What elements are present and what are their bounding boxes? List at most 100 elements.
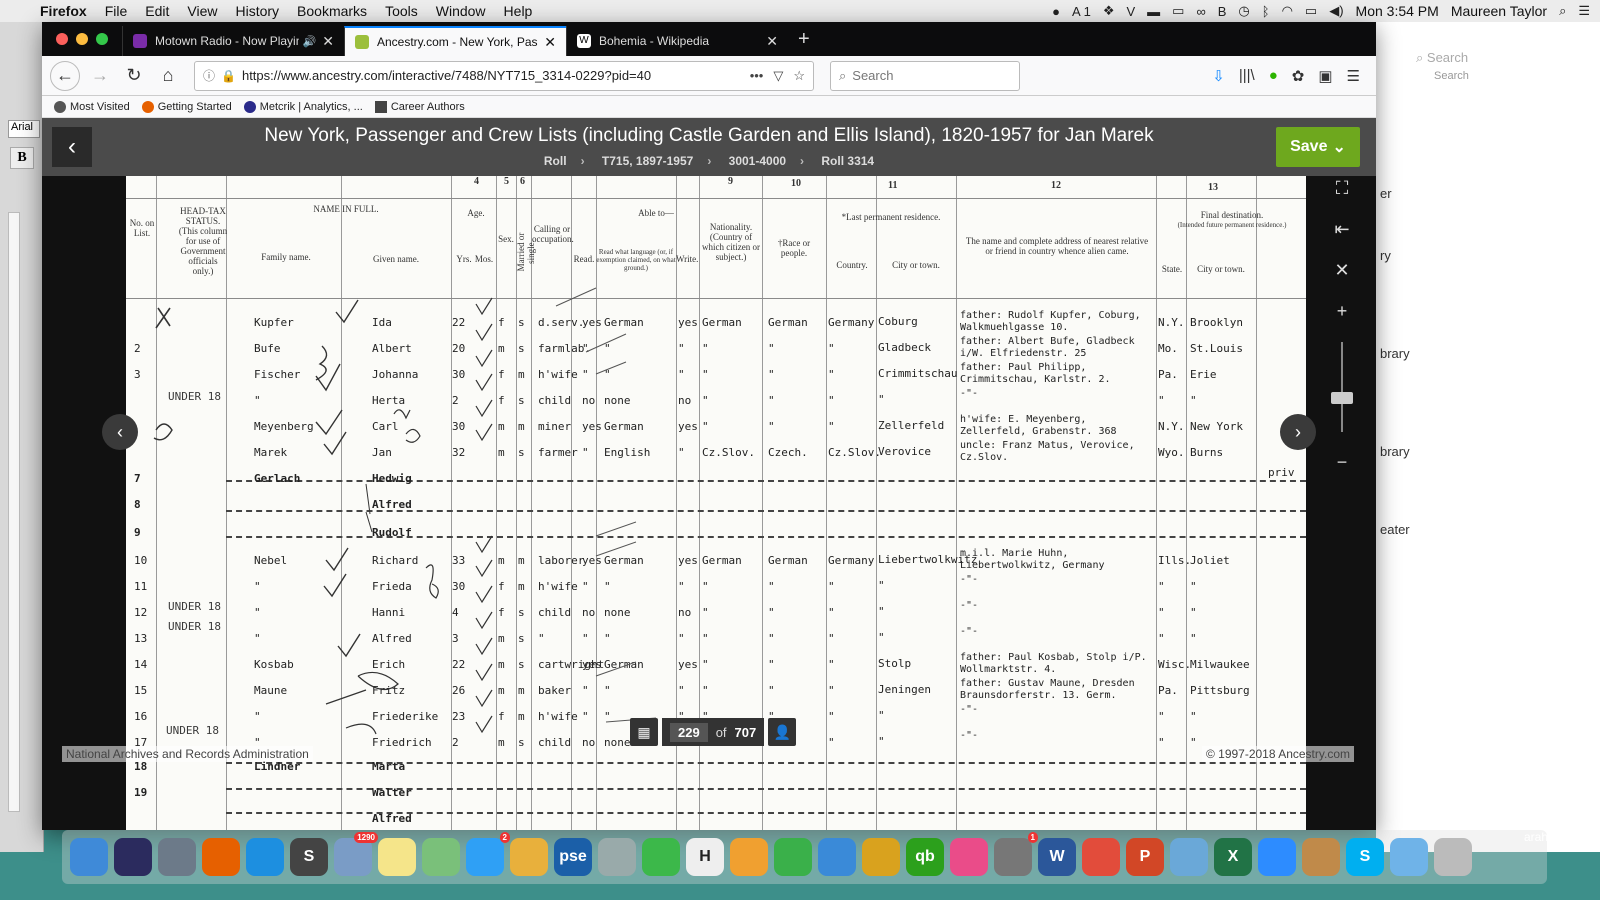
sidebar-icon[interactable]: ▣ (1318, 67, 1332, 85)
zoom-slider[interactable] (1331, 342, 1353, 432)
app-menu-firefox[interactable]: Firefox (40, 3, 87, 19)
close-tab-icon[interactable]: ✕ (766, 33, 778, 50)
page-actions-icon[interactable]: ••• (750, 68, 764, 84)
desktop-file-label[interactable]: arah son.png (1524, 830, 1594, 844)
facetime-icon[interactable] (642, 838, 680, 876)
site-info-icon[interactable]: ⓘ (203, 67, 215, 84)
timemachine-status-icon[interactable]: ◷ (1238, 3, 1249, 19)
reload-button[interactable]: ↻ (120, 62, 148, 90)
breadcrumb-roll[interactable]: Roll (544, 154, 567, 168)
menu-edit[interactable]: Edit (145, 3, 169, 19)
zoom-window-button[interactable] (96, 33, 108, 45)
word-icon[interactable]: W (1038, 838, 1076, 876)
next-image-button[interactable]: › (1280, 414, 1316, 450)
display-status-icon[interactable]: ▭ (1172, 3, 1184, 19)
powerpoint-icon[interactable]: P (1126, 838, 1164, 876)
downloads-icon[interactable]: ⇩ (1212, 67, 1225, 85)
tab-motown-radio[interactable]: Motown Radio - Now Playing 🔊 ✕ (122, 26, 344, 56)
chrome-icon[interactable] (862, 838, 900, 876)
photos-icon[interactable] (510, 838, 548, 876)
numbers-icon[interactable] (774, 838, 812, 876)
index-people-icon[interactable]: 👤 (768, 718, 797, 746)
forward-button[interactable]: → (86, 62, 114, 90)
wifi-status-icon[interactable]: ◠ (1282, 3, 1293, 19)
hamburger-menu-icon[interactable]: ☰ (1347, 67, 1360, 85)
pocket-icon[interactable]: ▽ (773, 68, 783, 84)
bookmark-getting-started[interactable]: Getting Started (141, 100, 232, 113)
pse-icon[interactable]: pse (554, 838, 592, 876)
menu-window[interactable]: Window (436, 3, 486, 19)
chart-app-icon[interactable] (1082, 838, 1120, 876)
safari-icon[interactable] (246, 838, 284, 876)
previous-image-button[interactable]: ‹ (102, 414, 138, 450)
tab-bohemia-wikipedia[interactable]: W Bohemia - Wikipedia ✕ (566, 26, 788, 56)
quickbooks-icon[interactable]: qb (906, 838, 944, 876)
bookmark-star-icon[interactable]: ☆ (793, 68, 805, 84)
spotlight-icon[interactable]: ⌕ (1559, 3, 1566, 19)
finder-icon[interactable] (70, 838, 108, 876)
siri-icon[interactable] (114, 838, 152, 876)
heritage-icon[interactable]: H (686, 838, 724, 876)
launchpad-icon[interactable] (158, 838, 196, 876)
menubar-clock[interactable]: Mon 3:54 PM (1356, 3, 1439, 19)
notification-center-icon[interactable]: ☰ (1578, 3, 1590, 19)
downloads-folder-icon[interactable] (1390, 838, 1428, 876)
filmstrip-icon[interactable]: ▦ (630, 718, 658, 746)
firefox-icon[interactable] (202, 838, 240, 876)
close-tab-icon[interactable]: ✕ (322, 33, 334, 50)
menu-history[interactable]: History (235, 3, 279, 19)
volume-status-icon[interactable]: ◀) (1329, 3, 1343, 19)
library-icon[interactable]: |||\ (1239, 67, 1255, 85)
airplay-status-icon[interactable]: ▭ (1305, 3, 1317, 19)
bookmark-metcrik[interactable]: Metcrik | Analytics, ... (243, 100, 363, 113)
v-status-icon[interactable]: V (1127, 4, 1136, 19)
speaker-icon[interactable]: 🔊 (303, 35, 317, 48)
itunes-icon[interactable] (950, 838, 988, 876)
close-window-button[interactable] (56, 33, 68, 45)
menu-help[interactable]: Help (504, 3, 533, 19)
zoom-slider-thumb[interactable] (1331, 392, 1353, 404)
preview-icon[interactable]: 1290 (334, 832, 378, 876)
bookmark-career-authors[interactable]: Career Authors (374, 100, 465, 113)
trash-icon[interactable] (1434, 838, 1472, 876)
menu-tools[interactable]: Tools (385, 3, 418, 19)
home-button[interactable]: ⌂ (154, 62, 182, 90)
bookmark-most-visited[interactable]: Most Visited (54, 100, 130, 113)
save-button[interactable]: Save ⌄ (1276, 127, 1360, 167)
bold-button[interactable]: B (10, 147, 34, 169)
url-bar[interactable]: ⓘ 🔒 https://www.ancestry.com/interactive… (194, 60, 814, 91)
adobe-status-icon[interactable]: A 1 (1072, 4, 1091, 19)
menu-file[interactable]: File (105, 3, 128, 19)
menu-bookmarks[interactable]: Bookmarks (297, 3, 367, 19)
link-status-icon[interactable]: ∞ (1196, 4, 1205, 19)
breadcrumb-years[interactable]: T715, 1897-1957 (602, 154, 693, 168)
scrivener-icon[interactable]: S (290, 838, 328, 876)
tools-icon[interactable]: ✕ (1334, 260, 1349, 281)
zoom-icon[interactable] (1258, 838, 1296, 876)
dropbox-status-icon[interactable]: ❖ (1103, 3, 1115, 19)
font-selector[interactable]: Arial (8, 120, 40, 138)
bluetooth-status-icon[interactable]: ᛒ (1262, 4, 1270, 19)
breadcrumb-roll-number[interactable]: Roll 3314 (821, 154, 874, 168)
breadcrumb-range[interactable]: 3001-4000 (729, 154, 786, 168)
battery-status-icon[interactable]: ▬ (1147, 4, 1160, 19)
tab-ancestry[interactable]: Ancestry.com - New York, Passe ✕ (344, 26, 566, 56)
url-text[interactable]: https://www.ancestry.com/interactive/748… (242, 68, 750, 83)
fullscreen-icon[interactable]: ⛶ (1336, 178, 1349, 199)
menu-view[interactable]: View (187, 3, 217, 19)
notes-icon[interactable] (378, 838, 416, 876)
close-tab-icon[interactable]: ✕ (544, 34, 556, 51)
excel-icon[interactable]: X (1214, 838, 1252, 876)
back-button[interactable]: ← (50, 60, 80, 91)
messages-status-icon[interactable]: ● (1052, 4, 1060, 19)
minimize-window-button[interactable] (76, 33, 88, 45)
keynote-icon[interactable] (818, 838, 856, 876)
skype-icon[interactable]: S (1346, 838, 1384, 876)
extension-check-icon[interactable]: ● (1269, 67, 1278, 85)
extension-icon[interactable]: ✿ (1292, 67, 1305, 85)
drive-icon[interactable] (1170, 838, 1208, 876)
search-bar[interactable]: ⌕ Search (830, 60, 1020, 91)
new-tab-button[interactable]: + (788, 28, 820, 56)
ancestry-app-icon[interactable] (1302, 838, 1340, 876)
messages-icon[interactable]: 2 (466, 832, 510, 876)
